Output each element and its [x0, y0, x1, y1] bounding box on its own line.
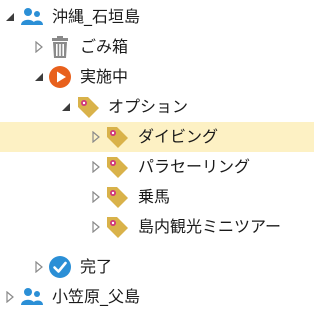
tree-node-options[interactable]: オプション [0, 92, 314, 122]
trash-icon [52, 36, 68, 58]
tag-icon [107, 127, 128, 148]
expand-arrow-icon[interactable] [33, 71, 45, 83]
tree-node-label: 小笠原_父島 [52, 287, 141, 306]
tree-node-in-progress[interactable]: 実施中 [0, 62, 314, 92]
user-group-icon [21, 288, 43, 305]
collapse-arrow-icon[interactable] [90, 191, 102, 203]
expand-arrow-icon[interactable] [60, 101, 72, 113]
tree-node-label: 実施中 [80, 67, 129, 86]
tree-node-completed[interactable]: 完了 [0, 252, 314, 282]
tree-node-diving[interactable]: ダイビング [0, 122, 314, 152]
tree-node-island-mini-tour[interactable]: 島内観光ミニツアー [0, 212, 314, 242]
tree-node-label: ごみ箱 [80, 37, 129, 56]
tree-node-horse-riding[interactable]: 乗馬 [0, 182, 314, 212]
collapse-arrow-icon[interactable] [90, 161, 102, 173]
tree-node-ogasawara-chichijima[interactable]: 小笠原_父島 [0, 282, 314, 312]
collapse-arrow-icon[interactable] [4, 291, 16, 303]
tree-node-label: 沖縄_石垣島 [52, 7, 141, 26]
tree-node-label: 乗馬 [138, 187, 171, 206]
tag-icon [107, 187, 128, 208]
tree-node-label: 完了 [80, 257, 113, 276]
collapse-arrow-icon[interactable] [33, 261, 45, 273]
tree-node-label: パラセーリング [138, 157, 251, 176]
expand-arrow-icon[interactable] [4, 11, 16, 23]
tree-node-label: ダイビング [138, 127, 219, 146]
check-circle-icon [49, 256, 71, 278]
user-group-icon [21, 8, 43, 25]
collapse-arrow-icon[interactable] [33, 41, 45, 53]
tag-icon [107, 217, 128, 238]
tree-node-trash[interactable]: ごみ箱 [0, 32, 314, 62]
tree-node-label: オプション [108, 97, 189, 116]
folder-tree: 沖縄_石垣島 ごみ箱 実施中 オプション ダイビング パラセーリング 乗馬 島内… [0, 0, 314, 310]
collapse-arrow-icon[interactable] [90, 131, 102, 143]
tree-node-parasailing[interactable]: パラセーリング [0, 152, 314, 182]
play-circle-icon [49, 66, 71, 88]
tree-node-okinawa-ishigaki[interactable]: 沖縄_石垣島 [0, 2, 314, 32]
tree-node-label: 島内観光ミニツアー [138, 217, 282, 236]
collapse-arrow-icon[interactable] [90, 221, 102, 233]
tag-icon [78, 97, 99, 118]
tag-icon [107, 157, 128, 178]
